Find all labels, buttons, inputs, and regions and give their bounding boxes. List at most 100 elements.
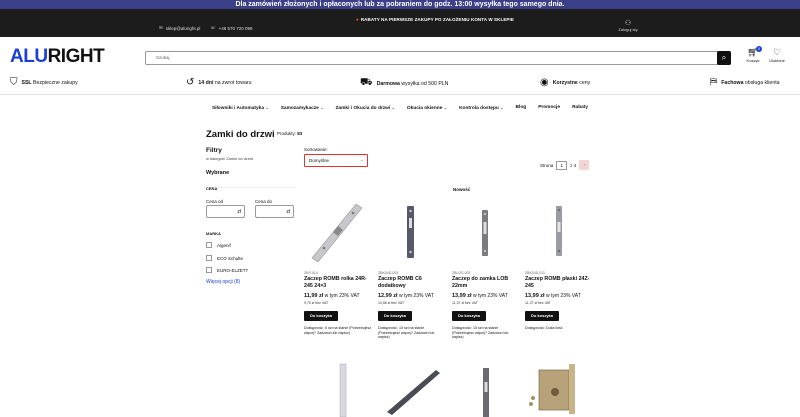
nav-item-door-locks[interactable]: Zamki i Okucia do drzwi ⌄ xyxy=(336,105,395,111)
main-nav: Siłowniki i Automatyka ⌄ Samozamykacze ⌄… xyxy=(0,105,800,111)
availability: Dostępność: 5 szt na stanie (Potrzebujes… xyxy=(304,326,372,335)
sort-select[interactable]: Domyślne ⌄ xyxy=(304,154,368,167)
product-image[interactable] xyxy=(525,360,593,417)
brand-checkbox-eco-schulte[interactable]: ECO Schulte xyxy=(206,255,243,261)
return-icon: ↺ xyxy=(186,77,195,88)
product-price: 12,99 zł w tym 23% VAT xyxy=(378,293,446,299)
nav-item-door-closers[interactable]: Samozamykacze ⌄ xyxy=(281,105,324,111)
usp-bold: Darmowa xyxy=(376,80,400,87)
product-image[interactable] xyxy=(525,196,593,268)
currency-suffix: zł xyxy=(237,209,241,215)
brand-filter-title: MARKA xyxy=(206,231,221,236)
product-card[interactable]: ZBK04D-011 Zaczep ROMB płaski 24Z-245 13… xyxy=(525,196,593,331)
product-name[interactable]: Zaczep ROMB rolka 24R-245 24×3 xyxy=(304,276,372,290)
product-image[interactable] xyxy=(452,360,520,417)
price-to-input[interactable]: zł xyxy=(255,205,294,218)
filters-title: Filtry xyxy=(206,147,222,154)
checkbox[interactable] xyxy=(206,267,212,273)
usp-text: Bezpieczne zakupy xyxy=(33,79,78,86)
phone-icon: ☏ xyxy=(210,25,216,30)
usp-bold: 14 dni xyxy=(198,79,214,86)
nav-label: Siłowniki i Automatyka xyxy=(211,106,265,111)
phone-link[interactable]: ☏ +48 570 720 096 xyxy=(210,25,253,31)
product-sku: ZBLOS-002 xyxy=(452,271,471,275)
sort-value: Domyślne xyxy=(309,158,330,163)
product-sku: ZKP-014 xyxy=(304,271,318,275)
brand-checkbox-algenif[interactable]: Algenif xyxy=(206,242,231,248)
nav-item-promotions[interactable]: Promocje xyxy=(538,105,560,111)
price-vat-note: w tym 23% VAT xyxy=(398,293,434,299)
product-image[interactable] xyxy=(304,196,372,268)
availability: Dostępność: 10 szt na stanie (Potrzebuje… xyxy=(378,326,435,339)
logo-part-right: RIGHT xyxy=(47,46,105,67)
product-image[interactable] xyxy=(452,196,520,268)
add-to-cart-button[interactable]: Do koszyka xyxy=(378,311,412,321)
chevron-down-icon: ⌄ xyxy=(500,105,504,110)
more-options-link[interactable]: Więcej opcji (8) xyxy=(206,279,240,285)
price-gross: 12,99 zł xyxy=(378,293,398,299)
price-filter-title: CENA xyxy=(206,186,218,191)
logo[interactable]: ALURIGHT xyxy=(10,46,105,68)
price-vat-note: w tym 23% VAT xyxy=(545,293,581,299)
price-to-label: Cena do xyxy=(255,199,273,204)
email-link[interactable]: ✉ sklep@aluright.pl xyxy=(159,25,200,31)
product-name[interactable]: Zaczep do zamka LOB 22mm xyxy=(452,276,520,290)
product-name[interactable]: Zaczep ROMB płaski 24Z-245 xyxy=(525,276,593,290)
page-title: Zamki do drzwi xyxy=(206,129,275,140)
product-name[interactable]: Zaczep ROMB C6 dodatkowy xyxy=(378,276,446,290)
shield-icon: ⛉ xyxy=(10,77,18,88)
phone-text: +48 570 720 096 xyxy=(218,25,253,31)
nav-item-discounts[interactable]: Rabaty xyxy=(572,105,588,111)
fire-icon: ● xyxy=(356,17,359,22)
checkbox[interactable] xyxy=(206,255,212,261)
product-image[interactable] xyxy=(378,196,446,268)
divider xyxy=(206,187,296,188)
price-from-input[interactable]: zł xyxy=(206,205,245,218)
search-button[interactable]: ⌕ xyxy=(717,51,731,65)
add-to-cart-button[interactable]: Do koszyka xyxy=(525,311,559,321)
usp-return: ↺ 14 dni na zwrot towaru xyxy=(186,77,251,88)
usp-text: na zwrot towaru xyxy=(214,79,252,86)
search-input[interactable]: Szukaj xyxy=(156,55,170,60)
wishlist-button[interactable]: ♡ Ulubione xyxy=(766,47,788,63)
chevron-down-icon: ⌄ xyxy=(360,157,364,162)
availability: Dostępność: 15 szt na stanie (Potrzebuje… xyxy=(452,326,509,339)
nav-label: Samozamykacze xyxy=(280,106,319,111)
pager-total: z 4 xyxy=(570,162,577,168)
next-page-button[interactable]: › xyxy=(579,160,590,170)
usp-bold: Fachowa xyxy=(721,79,744,86)
brand-label: ECO Schulte xyxy=(217,255,244,261)
pager-label: Strona xyxy=(540,162,554,168)
product-card[interactable]: ZBK04D-003 Zaczep ROMB C6 dodatkowy 12,9… xyxy=(378,196,446,340)
product-image[interactable] xyxy=(304,360,372,417)
nav-item-access-control[interactable]: Kontrola dostępu ⌄ xyxy=(459,105,503,111)
nav-item-window-fittings[interactable]: Okucia okienne ⌄ xyxy=(407,105,447,111)
add-to-cart-button[interactable]: Do koszyka xyxy=(452,311,486,321)
product-card[interactable]: ZKP-014 Zaczep ROMB rolka 24R-245 24×3 1… xyxy=(304,196,372,335)
count-value: 83 xyxy=(297,131,303,136)
usp-text: wysyłka od 500 PLN xyxy=(401,80,449,87)
mail-icon: ✉ xyxy=(159,25,163,30)
checkbox[interactable] xyxy=(206,242,212,248)
chevron-down-icon: ⌄ xyxy=(320,105,324,110)
user-icon: ⚇ xyxy=(624,20,632,27)
product-image[interactable] xyxy=(378,360,446,417)
brand-label: EURO-ELZETT xyxy=(217,267,249,273)
price-gross: 11,99 zł xyxy=(304,293,324,299)
login-label: Zaloguj się xyxy=(618,27,638,32)
brand-checkbox-euro-elzett[interactable]: EURO-ELZETT xyxy=(206,267,248,273)
promo-banner[interactable]: ● RABATY NA PIERWSZE ZAKUPY PO ZAŁOŻENIU … xyxy=(356,17,514,22)
nav-label: Zamki i Okucia do drzwi xyxy=(335,106,391,111)
product-card[interactable]: ZBLOS-002 Zaczep do zamka LOB 22mm 13,99… xyxy=(452,196,520,340)
nav-item-blog[interactable]: Blog xyxy=(516,105,527,111)
cart-button[interactable]: 🛒︎ 0 Koszyk xyxy=(742,46,764,63)
usp-shipping: ⛟ Darmowa wysyłka od 500 PLN xyxy=(360,77,448,90)
usp-text: obsługa klienta xyxy=(744,79,780,86)
login-button[interactable]: ⚇ Zaloguj się xyxy=(616,19,640,32)
search-bar[interactable]: Szukaj ⌕ xyxy=(145,51,731,65)
usp-bold: Korzystne xyxy=(552,79,578,86)
nav-item-actuators[interactable]: Siłowniki i Automatyka ⌄ xyxy=(212,105,269,111)
page-input[interactable]: 1 xyxy=(556,160,568,170)
add-to-cart-button[interactable]: Do koszyka xyxy=(304,311,338,321)
product-price: 13,99 zł w tym 23% VAT xyxy=(452,293,520,299)
